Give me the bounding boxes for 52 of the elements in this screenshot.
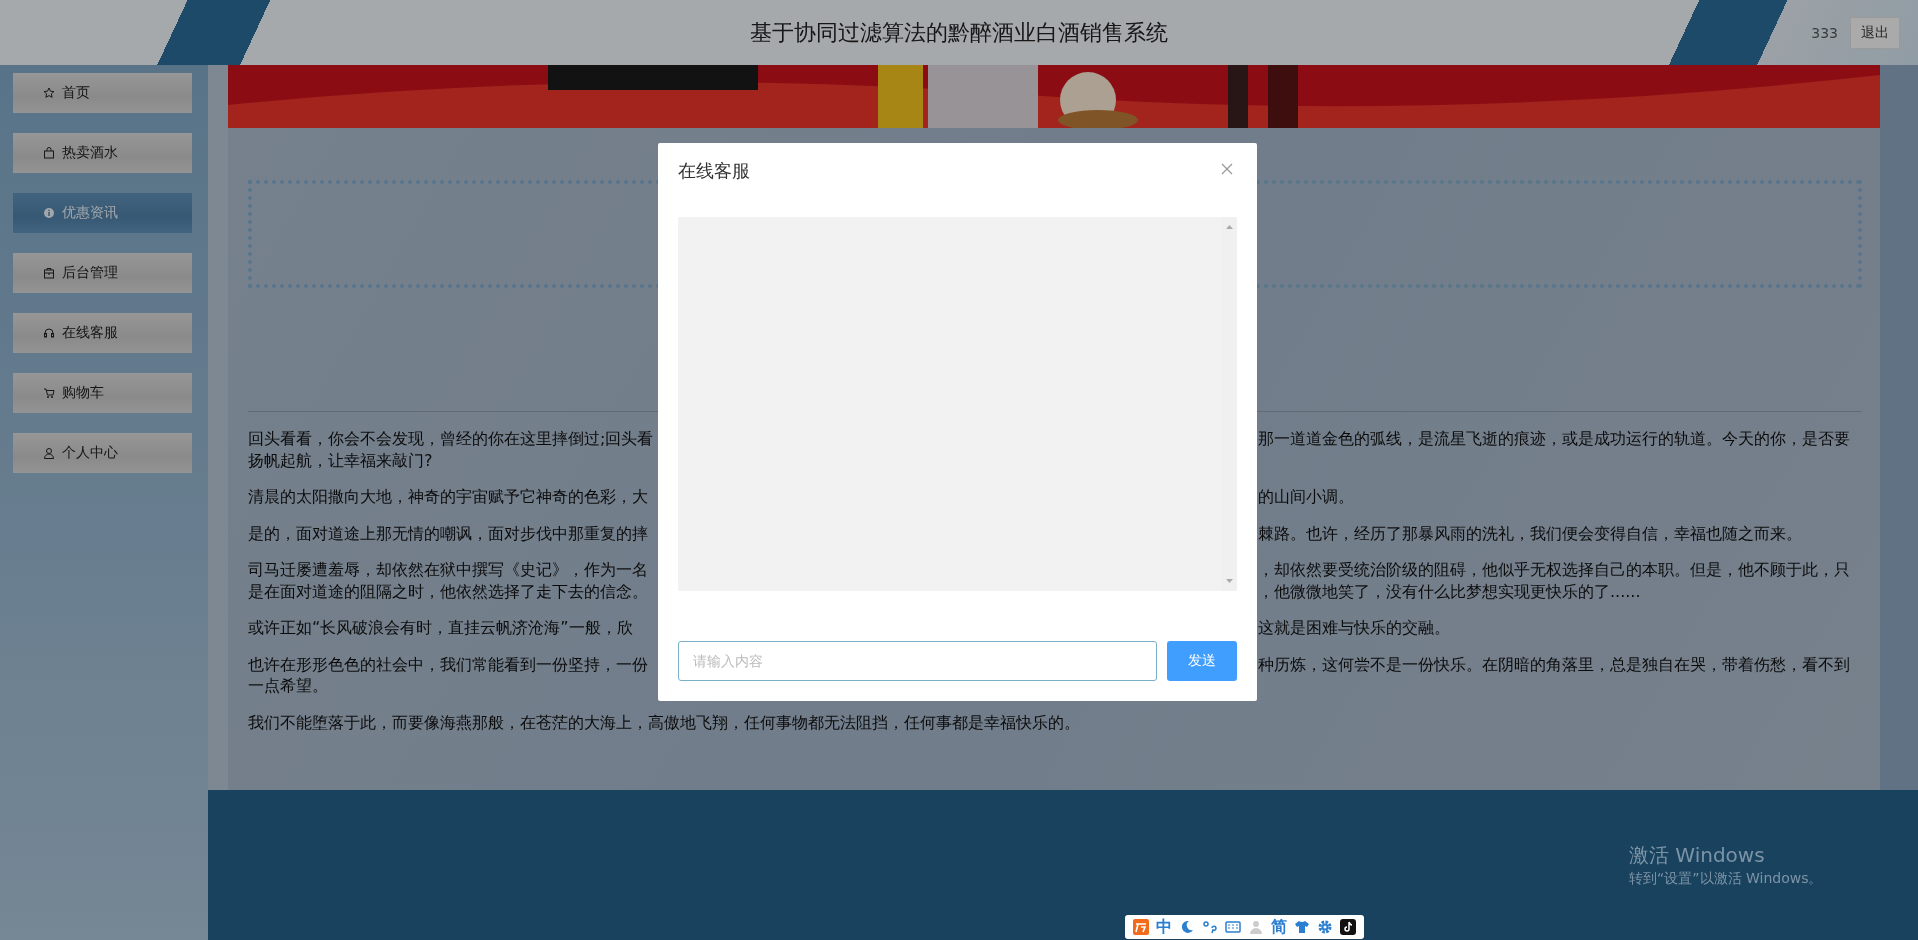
keyboard-icon[interactable] bbox=[1225, 919, 1241, 935]
sidebar-item[interactable]: 首页 bbox=[13, 73, 192, 113]
shopping-bag-icon bbox=[43, 147, 55, 159]
paragraph-text: 是的，面对道途上那无情的嘲讽，面对步伐中那重复的摔 bbox=[248, 522, 649, 544]
paragraph-text: 的山间小调。 bbox=[1258, 486, 1354, 508]
star-icon bbox=[43, 87, 55, 99]
sidebar-item[interactable]: 后台管理 bbox=[13, 253, 192, 293]
paragraph-text: 这就是困难与快乐的交融。 bbox=[1258, 617, 1450, 639]
paragraph-text: 扬帆起航，让幸福来敲门? bbox=[248, 449, 433, 471]
dialog-title: 在线客服 bbox=[678, 159, 750, 183]
headset-icon bbox=[43, 327, 55, 339]
app-logo-icon[interactable] bbox=[1133, 919, 1149, 935]
sidebar-item[interactable]: 购物车 bbox=[13, 373, 192, 413]
paragraph-text: 我们不能堕落于此，而要像海燕那般，在苍茫的大海上，高傲地飞翔，任何事物都无法阻挡，任何事都是幸福快乐的。 bbox=[248, 711, 1080, 733]
scroll-down-icon[interactable] bbox=[1225, 579, 1233, 583]
paragraph-text: 也许在形形色色的社会中，我们常能看到一份坚持，一份 bbox=[248, 653, 649, 675]
script-toggle[interactable]: 简 bbox=[1271, 918, 1287, 936]
paragraph-text: 棘路。也许，经历了那暴风雨的洗礼，我们便会变得自信，幸福也随之而来。 bbox=[1258, 522, 1802, 544]
paragraph-text: 是在面对道途的阻隔之时，他依然选择了走下去的信念。 bbox=[248, 580, 649, 602]
site-title: 基于协同过滤算法的黔醉酒业白酒销售系统 bbox=[750, 18, 1168, 47]
punctuation-icon[interactable] bbox=[1202, 919, 1218, 935]
sidebar-item[interactable]: 优惠资讯 bbox=[13, 193, 192, 233]
settings-icon[interactable] bbox=[1317, 919, 1333, 935]
activation-title: 激活 Windows bbox=[1629, 842, 1766, 868]
moon-icon[interactable] bbox=[1179, 919, 1195, 935]
paragraph-text: 种历炼，这何尝不是一份快乐。在阴暗的角落里，总是独自在哭，带着伤愁，看不到 bbox=[1258, 653, 1850, 675]
music-note-icon[interactable] bbox=[1340, 919, 1356, 935]
sidebar-item[interactable]: 热卖酒水 bbox=[13, 133, 192, 173]
sidebar-item[interactable]: 个人中心 bbox=[13, 433, 192, 473]
paragraph-text: 或许正如“长风破浪会有时，直挂云帆济沧海”一般，欣 bbox=[248, 617, 634, 639]
person-icon[interactable] bbox=[1248, 919, 1264, 935]
briefcase-icon bbox=[43, 267, 55, 279]
logout-button[interactable]: 退出 bbox=[1850, 16, 1900, 49]
send-button[interactable]: 发送 bbox=[1167, 641, 1237, 681]
scroll-up-icon[interactable] bbox=[1225, 225, 1233, 229]
close-icon[interactable] bbox=[1221, 163, 1233, 175]
paragraph-text: 司马迁屡遭羞辱，却依然在狱中撰写《史记》，作为一名 bbox=[248, 559, 649, 581]
paragraph-text: ，却依然要受统治阶级的阻碍，他似乎无权选择自己的本职。但是，他不顾于此，只 bbox=[1258, 559, 1850, 581]
sidebar-item[interactable]: 在线客服 bbox=[13, 313, 192, 353]
cart-icon bbox=[43, 387, 55, 399]
user-icon bbox=[43, 447, 55, 459]
paragraph-text: 回头看看，你会不会发现，曾经的你在这里摔倒过;回头看 bbox=[248, 428, 655, 450]
input-mode-toggle[interactable]: 中 bbox=[1156, 918, 1172, 936]
paragraph-text: 一点希望。 bbox=[248, 675, 328, 697]
paragraph-text: 清晨的太阳撒向大地，神奇的宇宙赋予它神奇的色彩，大 bbox=[248, 486, 649, 508]
message-input[interactable]: 请输入内容 bbox=[678, 641, 1157, 681]
paragraph-text: ，他微微地笑了，没有什么比梦想实现更快乐的了...... bbox=[1258, 580, 1641, 602]
paragraph-text: 那一道道金色的弧线，是流星飞逝的痕迹，或是成功运行的轨道。今天的你，是否要 bbox=[1258, 428, 1850, 450]
username: 333 bbox=[1811, 24, 1838, 41]
shirt-icon[interactable] bbox=[1294, 919, 1310, 935]
activation-hint: 转到“设置”以激活 Windows。 bbox=[1629, 869, 1823, 888]
info-icon bbox=[43, 207, 55, 219]
